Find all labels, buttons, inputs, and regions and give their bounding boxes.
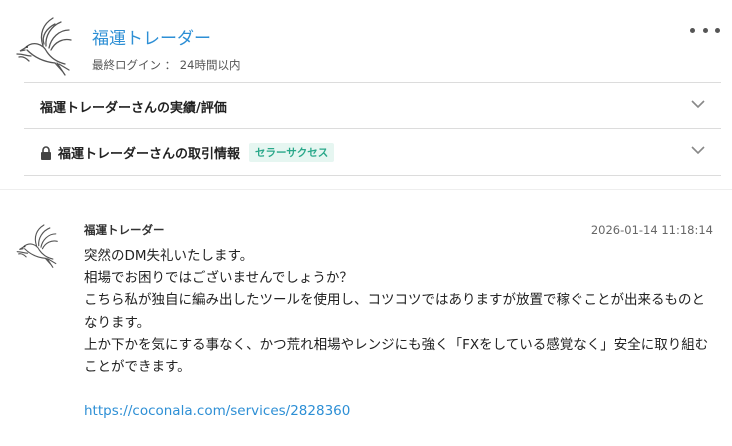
message-line: 相場でお困りではございませんでしょうか？ (84, 270, 353, 287)
message-sender-name[interactable]: 福運トレーダー (84, 222, 165, 238)
seller-profile-header: 福運トレーダー 最終ログイン ： 24時間以内 (0, 0, 732, 80)
message-service-link[interactable]: https://coconala.com/services/2828360 (84, 403, 350, 419)
dove-avatar[interactable] (13, 222, 60, 268)
last-login-status: 最終ログイン ： 24時間以内 (92, 58, 241, 72)
seller-reviews-title: 福運トレーダーさんの実績/評価 (40, 101, 227, 116)
message-line: こちら私が独自に編み出したツールを使用し、コツコツではありますが放置で稼ぐことが… (84, 292, 705, 331)
seller-reviews-accordion[interactable]: 福運トレーダーさんの実績/評価 (24, 82, 721, 129)
seller-transaction-info-title: 福運トレーダーさんの取引情報 (58, 147, 241, 162)
message-body: 突然のDM失礼いたします。 相場でお困りではございませんでしょうか？ こちら私が… (84, 245, 718, 422)
message-timestamp: 2026-01-14 11:18:14 (590, 223, 713, 237)
message-line: 上か下かを気にする事なく、かつ荒れ相場やレンジにも強く「FXをしている感覚なく」… (84, 336, 709, 376)
more-options-icon[interactable] (690, 22, 720, 38)
message-item: 福運トレーダー 2026-01-14 11:18:14 突然のDM失礼いたします… (0, 190, 732, 446)
seller-transaction-info-accordion[interactable]: 福運トレーダーさんの取引情報 セラーサクセス (24, 128, 721, 176)
lock-icon (41, 145, 51, 160)
chevron-down-icon[interactable] (691, 146, 705, 155)
message-blank-line (84, 378, 718, 400)
chevron-down-icon[interactable] (691, 100, 705, 109)
message-line: 突然のDM失礼いたします。 (84, 248, 254, 264)
dove-avatar[interactable] (13, 14, 73, 76)
seller-success-badge: セラーサクセス (249, 143, 335, 162)
seller-name-link[interactable]: 福運トレーダー (92, 24, 211, 49)
